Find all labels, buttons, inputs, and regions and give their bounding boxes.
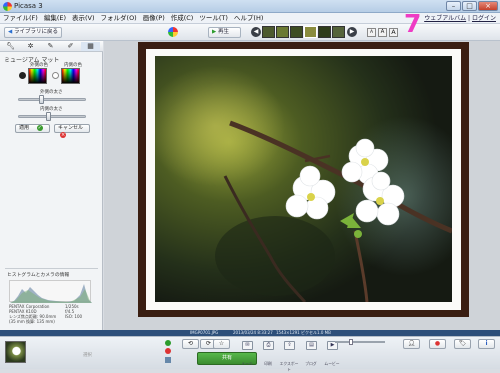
overlay-number: 7 bbox=[404, 9, 422, 38]
email-icon[interactable]: ✉ bbox=[242, 341, 253, 350]
tray-label: 選択 bbox=[83, 353, 92, 358]
filmstrip-thumb[interactable] bbox=[276, 26, 289, 38]
inner-color-dot bbox=[52, 72, 59, 79]
cancel-icon: × bbox=[60, 132, 67, 138]
menu-edit[interactable]: 編集(E) bbox=[41, 13, 69, 24]
outer-width-slider[interactable] bbox=[18, 98, 86, 101]
tag-icon[interactable]: 🏷︎ bbox=[454, 339, 471, 349]
menu-picture[interactable]: 画像(P) bbox=[140, 13, 168, 24]
location-icon[interactable]: ● bbox=[429, 339, 446, 349]
filmstrip-thumb[interactable] bbox=[332, 26, 345, 38]
size-medium-button[interactable]: A bbox=[378, 28, 387, 37]
filmstrip-thumb[interactable] bbox=[290, 26, 303, 38]
back-to-library-button[interactable]: ◀ ライブラリに戻る bbox=[4, 27, 62, 38]
menu-tools[interactable]: ツール(T) bbox=[196, 13, 231, 24]
outer-color-picker[interactable] bbox=[28, 68, 47, 84]
export-icon[interactable]: ⇪ bbox=[284, 341, 295, 350]
apply-button[interactable]: 適用 ✓ bbox=[15, 124, 50, 133]
menu-create[interactable]: 作成(C) bbox=[168, 13, 197, 24]
wrench-icon[interactable]: 🔧︎ bbox=[1, 42, 20, 51]
print-label: 印刷 bbox=[264, 361, 272, 366]
filmstrip-thumb[interactable] bbox=[318, 26, 331, 38]
inner-width-label: 内側の太さ bbox=[40, 107, 63, 112]
filmstrip-thumb[interactable] bbox=[262, 26, 275, 38]
info-icon[interactable]: i bbox=[478, 339, 495, 349]
blog-label: ブログ bbox=[305, 361, 317, 366]
film-icon[interactable]: ▦ bbox=[81, 42, 100, 51]
sign-in-link[interactable]: ログイン bbox=[472, 15, 496, 22]
next-photo-icon[interactable]: ▶ bbox=[347, 27, 357, 37]
size-large-button[interactable]: A bbox=[389, 28, 398, 37]
histogram bbox=[9, 280, 92, 303]
picasa-logo-icon bbox=[168, 27, 178, 37]
histogram-graph bbox=[10, 284, 92, 303]
check-icon: ✓ bbox=[36, 125, 43, 131]
brush-icon[interactable]: ✎ bbox=[41, 42, 60, 51]
play-button[interactable]: ▶ 再生 bbox=[208, 27, 241, 38]
outer-width-slider-handle[interactable] bbox=[39, 95, 45, 104]
size-small-button[interactable]: A bbox=[367, 28, 376, 37]
menu-help[interactable]: ヘルプ(H) bbox=[231, 13, 266, 24]
menu-file[interactable]: ファイル(F) bbox=[0, 13, 41, 24]
picasa-logo-icon bbox=[3, 2, 12, 11]
movie-label: ムービー bbox=[324, 361, 340, 366]
people-icon[interactable]: 👤︎ bbox=[403, 339, 420, 349]
inner-color-picker[interactable] bbox=[61, 68, 80, 84]
window-title: Picasa 3 bbox=[14, 2, 43, 10]
rotate-left-icon[interactable]: ⟲ bbox=[182, 339, 199, 349]
blog-icon[interactable]: ▤ bbox=[306, 341, 317, 350]
play-label: 再生 bbox=[217, 29, 229, 35]
apply-label: 適用 bbox=[19, 125, 30, 131]
close-button[interactable]: × bbox=[478, 1, 498, 11]
menu-folder[interactable]: フォルダ(O) bbox=[98, 13, 140, 24]
maximize-button[interactable]: □ bbox=[462, 1, 477, 11]
photo[interactable] bbox=[155, 56, 452, 302]
focal-length-35mm: (35 mm 換算: 135 mm) bbox=[9, 319, 55, 324]
blossom-photo bbox=[155, 56, 452, 302]
inner-width-slider-handle[interactable] bbox=[46, 112, 52, 121]
cancel-button[interactable]: キャンセル × bbox=[54, 124, 90, 138]
clear-icon[interactable] bbox=[165, 348, 171, 354]
back-label: ライブラリに戻る bbox=[13, 29, 58, 35]
export-label: エクスポート bbox=[279, 361, 299, 372]
tune-icon[interactable]: ✲ bbox=[21, 42, 40, 51]
album-icon[interactable] bbox=[165, 357, 171, 363]
histogram-title: ヒストグラムとカメラの情報 bbox=[7, 273, 70, 278]
toolbar bbox=[0, 24, 500, 41]
zoom-track bbox=[335, 341, 385, 343]
zoom-slider[interactable] bbox=[335, 339, 385, 345]
hold-icon[interactable] bbox=[165, 340, 171, 346]
filmstrip-thumb-selected[interactable] bbox=[304, 26, 317, 38]
menu-view[interactable]: 表示(V) bbox=[69, 13, 98, 24]
minimize-button[interactable]: – bbox=[446, 1, 461, 11]
title-bar bbox=[0, 0, 500, 13]
previous-photo-icon[interactable]: ◀ bbox=[251, 27, 261, 37]
inner-width-slider[interactable] bbox=[18, 115, 86, 118]
outer-color-dot bbox=[19, 72, 26, 79]
photo-tray-thumb[interactable] bbox=[5, 341, 26, 363]
email-label: メール bbox=[241, 361, 253, 366]
print-icon[interactable]: ⎙ bbox=[263, 341, 274, 350]
brush2-icon[interactable]: ✐ bbox=[61, 42, 80, 51]
cancel-label: キャンセル bbox=[58, 125, 84, 131]
web-albums-link[interactable]: ウェブアルバム bbox=[424, 15, 466, 22]
star-icon[interactable]: ☆ bbox=[213, 339, 230, 349]
menu-right-links: ウェブアルバム | ログイン bbox=[424, 15, 496, 22]
iso: ISO: 100 bbox=[65, 314, 83, 319]
zoom-handle[interactable] bbox=[349, 339, 353, 345]
